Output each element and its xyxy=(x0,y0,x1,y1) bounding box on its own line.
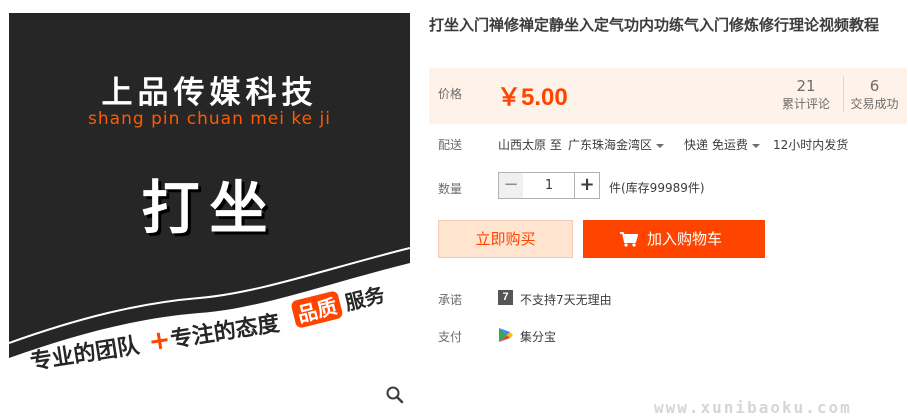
price-value: ￥5.00 xyxy=(497,84,568,111)
magnifier-icon[interactable] xyxy=(385,385,405,405)
ship-method-selector[interactable]: 快递 免运费 xyxy=(684,136,760,153)
sales-count: 6 xyxy=(869,77,880,95)
seven-day-icon: 7 xyxy=(498,290,513,305)
add-to-cart-label: 加入购物车 xyxy=(647,230,723,248)
ship-to-selector[interactable]: 广东珠海金湾区 xyxy=(568,136,665,153)
review-count-stat[interactable]: 21 累计评论 xyxy=(775,76,837,112)
promise-text[interactable]: 不支持7天无理由 xyxy=(520,291,612,308)
quantity-label: 数量 xyxy=(438,182,463,196)
review-count: 21 xyxy=(796,77,816,95)
shopping-cart-icon xyxy=(620,232,638,247)
stock-info: 件(库存99989件) xyxy=(609,181,705,195)
buy-now-button[interactable]: 立即购买 xyxy=(438,220,573,258)
ship-from: 山西太原 至 xyxy=(498,138,562,152)
payment-label: 支付 xyxy=(438,330,463,344)
play-store-icon xyxy=(499,328,513,342)
dispatch-time: 12小时内发货 xyxy=(773,138,849,152)
chevron-down-icon xyxy=(656,143,665,148)
review-count-label: 累计评论 xyxy=(781,97,830,111)
chevron-down-icon xyxy=(751,143,760,148)
sales-count-label: 交易成功 xyxy=(850,97,899,111)
price-label: 价格 xyxy=(438,87,463,101)
sales-count-stat: 6 交易成功 xyxy=(843,76,905,112)
slogan-banner: 专业的团队 + 专注的态度 品质 服务 xyxy=(9,247,410,413)
product-image[interactable]: 上品传媒科技 shang pin chuan mei ke ji 打坐 专业的团… xyxy=(9,13,410,413)
payment-method[interactable]: 集分宝 xyxy=(520,328,556,345)
shipping-label: 配送 xyxy=(438,138,463,152)
ship-to-text: 广东珠海金湾区 xyxy=(568,138,653,152)
ship-method-text: 快递 免运费 xyxy=(684,138,748,152)
quantity-decrease-button[interactable]: − xyxy=(498,172,524,199)
quantity-increase-button[interactable]: + xyxy=(574,172,600,199)
site-watermark: www.xunibaoku.com xyxy=(654,398,852,417)
price-panel: 价格 ￥5.00 21 累计评论 6 交易成功 xyxy=(429,68,907,124)
quantity-input[interactable] xyxy=(523,172,575,199)
promise-label: 承诺 xyxy=(438,293,463,307)
product-title: 打坐入门禅修禅定静坐入定气功内功练气入门修炼修行理论视频教程 xyxy=(429,16,880,34)
add-to-cart-button[interactable]: 加入购物车 xyxy=(583,220,765,258)
